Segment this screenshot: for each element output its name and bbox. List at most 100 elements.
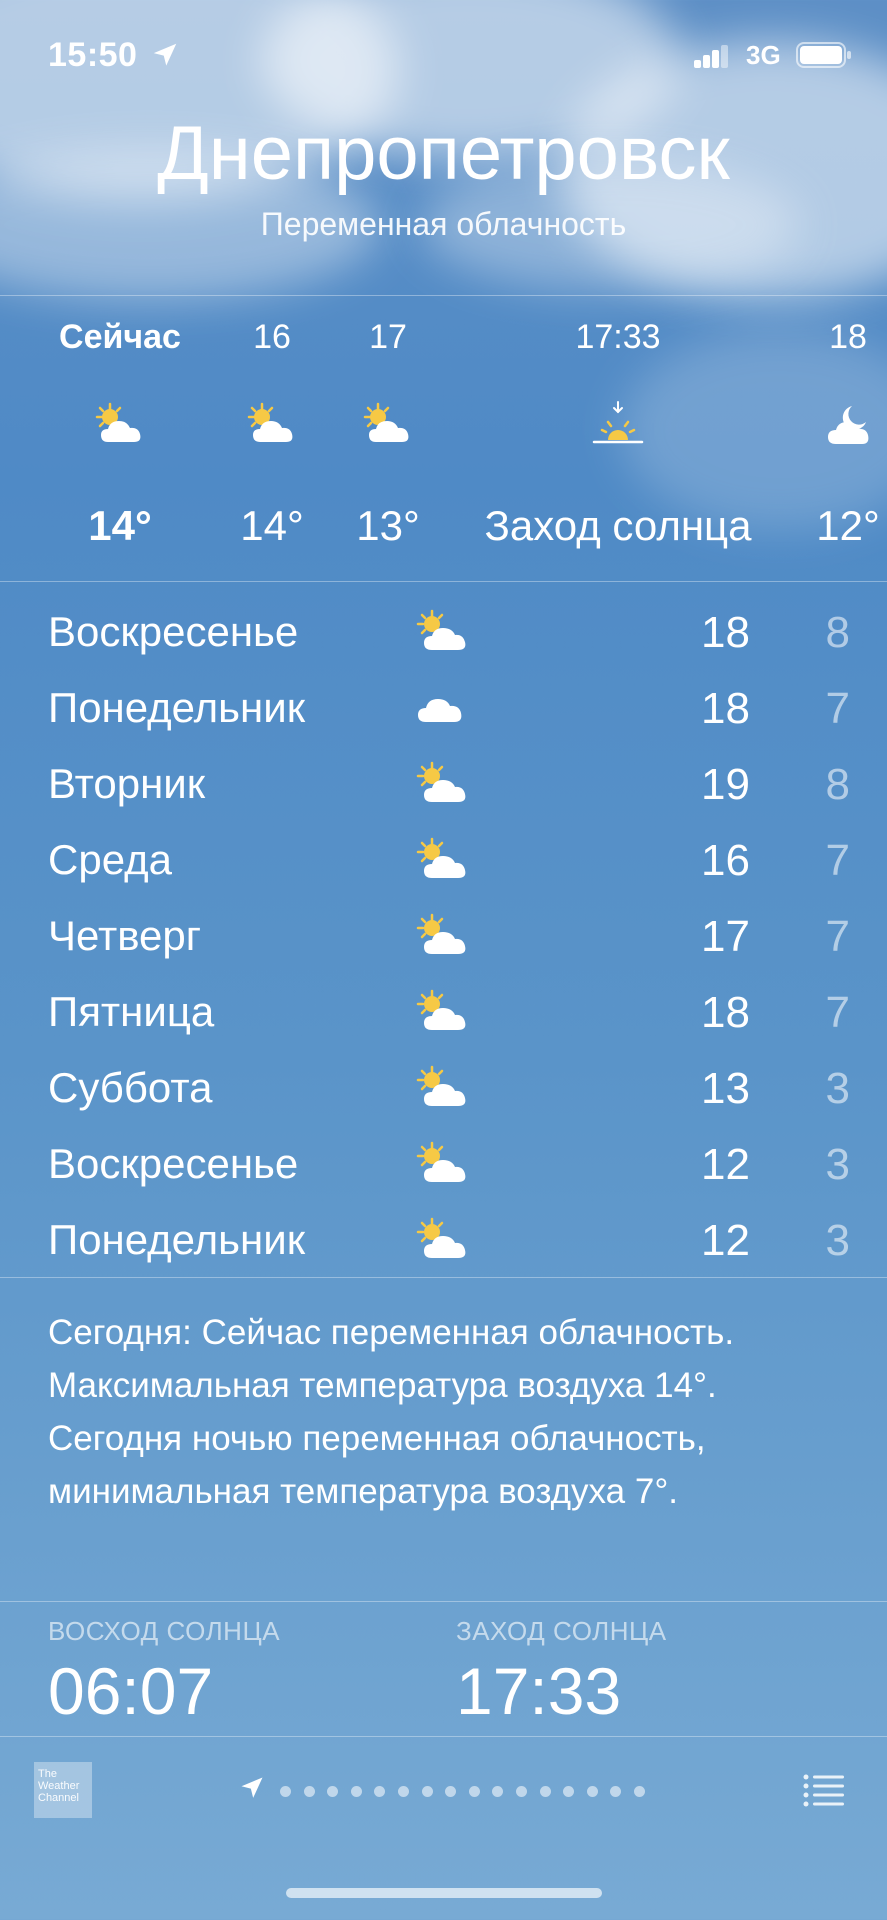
day-row: Вторник 19 8 (0, 748, 887, 824)
page-dots[interactable] (280, 1784, 658, 1797)
day-low: 7 (825, 912, 850, 961)
sunset-label: ЗАХОД СОЛНЦА (456, 1616, 667, 1646)
partly-cloudy-icon (416, 1217, 466, 1258)
partly-cloudy-icon (416, 989, 466, 1030)
day-name: Четверг (48, 912, 202, 959)
divider (0, 1601, 887, 1602)
bottom-toolbar: The Weather Channel (0, 1738, 887, 1848)
day-high: 16 (701, 836, 750, 885)
page-dot[interactable] (374, 1786, 386, 1797)
page-dot[interactable] (515, 1786, 527, 1797)
day-low: 7 (825, 684, 850, 733)
partly-cloudy-icon (95, 402, 141, 442)
day-name: Среда (48, 836, 172, 883)
sunrise-block: ВОСХОД СОЛНЦА 06:07 (48, 1616, 280, 1729)
day-name: Воскресенье (48, 608, 299, 655)
today-summary: Сегодня: Сейчас переменная облачность. М… (48, 1313, 735, 1511)
day-high: 18 (701, 988, 750, 1037)
day-high: 12 (701, 1140, 750, 1189)
day-name: Понедельник (48, 684, 306, 731)
sunset-time: 17:33 (456, 1654, 622, 1728)
hour-temp: Заход солнца (484, 502, 752, 549)
divider (0, 1736, 887, 1737)
day-high: 12 (701, 1216, 750, 1265)
day-high: 18 (701, 608, 750, 657)
page-dot[interactable] (539, 1786, 551, 1797)
day-low: 8 (825, 608, 850, 657)
day-low: 7 (825, 988, 850, 1037)
partly-cloudy-icon (416, 609, 466, 650)
day-name: Понедельник (48, 1216, 306, 1263)
current-condition: Переменная облачность (260, 206, 627, 242)
partly-cloudy-icon (363, 402, 409, 442)
partly-cloudy-icon (416, 1065, 466, 1106)
page-dot[interactable] (280, 1786, 291, 1797)
day-name: Вторник (48, 760, 206, 807)
day-row: Суббота 13 3 (0, 1052, 887, 1128)
day-low: 3 (825, 1216, 850, 1265)
hour-label: 17:33 (575, 318, 661, 356)
hour-label: 17 (369, 318, 407, 356)
cloud-icon (418, 699, 462, 722)
day-high: 13 (701, 1064, 750, 1113)
city-name: Днепропетровск (157, 111, 730, 196)
page-dot[interactable] (327, 1786, 339, 1797)
day-name: Пятница (48, 988, 215, 1035)
sunrise-time: 06:07 (48, 1654, 214, 1728)
hour-temp: 14° (240, 502, 304, 549)
sunset-icon (592, 401, 644, 444)
current-location-page-icon[interactable] (238, 1774, 266, 1802)
partly-cloudy-night-icon (828, 406, 869, 444)
page-dot[interactable] (633, 1786, 645, 1797)
divider (0, 581, 887, 582)
day-row: Четверг 17 7 (0, 900, 887, 976)
day-high: 19 (701, 760, 750, 809)
day-low: 3 (825, 1140, 850, 1189)
partly-cloudy-icon (416, 761, 466, 802)
city-list-icon[interactable] (802, 1772, 846, 1808)
day-high: 18 (701, 684, 750, 733)
hour-label: 16 (253, 318, 291, 356)
location-arrow-icon (153, 43, 177, 66)
day-row: Воскресенье 18 8 (0, 596, 887, 672)
day-low: 8 (825, 760, 850, 809)
day-row: Воскресенье 12 3 (0, 1128, 887, 1204)
status-bar: 15:50 3G (0, 0, 887, 110)
day-row: Пятница 18 7 (0, 976, 887, 1052)
partly-cloudy-icon (416, 1141, 466, 1182)
home-indicator[interactable] (286, 1888, 602, 1898)
hour-label: 18 (829, 318, 867, 356)
divider (0, 1277, 887, 1278)
page-dot[interactable] (303, 1786, 315, 1797)
hour-temp: 12° (816, 502, 880, 549)
hourly-forecast[interactable]: Сейчас 14° 16 14° 17 13° 17:33 Заход сол… (0, 296, 887, 582)
weather-channel-logo[interactable]: The Weather Channel (34, 1762, 92, 1818)
page-dot[interactable] (445, 1786, 457, 1797)
day-row: Понедельник 18 7 (0, 672, 887, 748)
day-name: Суббота (48, 1064, 213, 1111)
hour-temp: 14° (88, 502, 152, 549)
page-dot[interactable] (492, 1786, 504, 1797)
page-dot[interactable] (563, 1786, 575, 1797)
page-dot[interactable] (586, 1786, 598, 1797)
page-dot[interactable] (421, 1786, 433, 1797)
partly-cloudy-icon (247, 402, 293, 442)
status-time: 15:50 (48, 36, 138, 74)
page-dot[interactable] (350, 1786, 362, 1797)
sunrise-label: ВОСХОД СОЛНЦА (48, 1616, 281, 1646)
day-low: 3 (825, 1064, 850, 1113)
page-dot[interactable] (397, 1786, 409, 1797)
page-dot[interactable] (468, 1786, 480, 1797)
sunset-block: ЗАХОД СОЛНЦА 17:33 (456, 1616, 667, 1729)
network-type: 3G (746, 40, 781, 70)
day-row: Понедельник 12 3 (0, 1204, 887, 1280)
hour-label: Сейчас (59, 318, 181, 356)
partly-cloudy-icon (416, 837, 466, 878)
battery-icon (796, 42, 851, 68)
partly-cloudy-icon (416, 913, 466, 954)
day-high: 17 (701, 912, 750, 961)
page-dot[interactable] (610, 1786, 622, 1797)
signal-strength-icon (694, 44, 730, 68)
day-name: Воскресенье (48, 1140, 299, 1187)
day-row: Среда 16 7 (0, 824, 887, 900)
